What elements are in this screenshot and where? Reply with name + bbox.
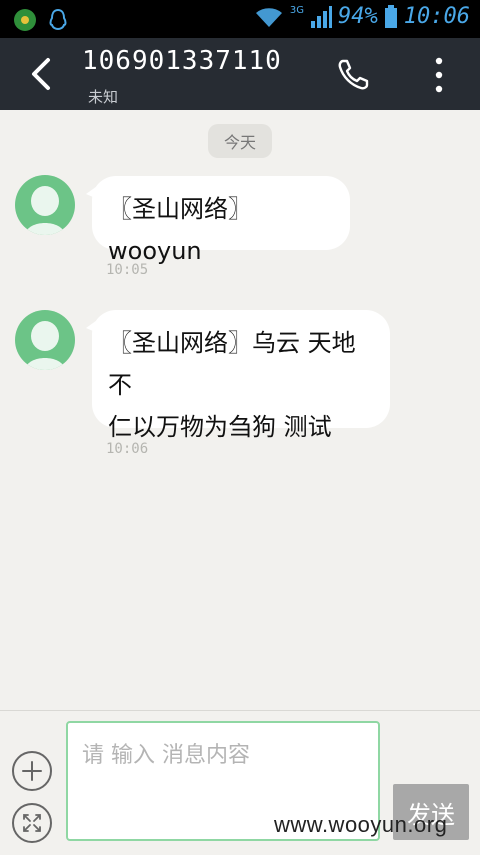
message-text-line: 〖圣山网络〗乌云 天地不 xyxy=(108,329,356,399)
more-vertical-icon[interactable] xyxy=(432,56,446,94)
sender-avatar[interactable] xyxy=(15,310,75,370)
message-input-placeholder: 请 输入 消息内容 xyxy=(82,743,250,768)
person-avatar-icon xyxy=(25,186,65,235)
message-bubble[interactable]: 〖圣山网络〗wooyun xyxy=(86,176,350,265)
watermark: www.wooyun.org xyxy=(274,812,448,837)
qq-icon xyxy=(49,8,67,31)
contact-label: 未知 xyxy=(88,88,119,106)
sender-avatar[interactable] xyxy=(15,175,75,235)
status-bar: 3G 94% 10:06 xyxy=(0,0,480,38)
message-bubble[interactable]: 〖圣山网络〗乌云 天地不 仁以万物为刍狗 测试 xyxy=(86,310,390,441)
conversation-header: 106901337110 未知 xyxy=(0,38,480,110)
battery-percent: 94% xyxy=(338,4,378,29)
app-notification-icon xyxy=(14,9,36,31)
person-avatar-icon xyxy=(25,321,65,370)
add-attachment-button[interactable] xyxy=(12,751,52,791)
wifi-icon xyxy=(255,7,282,27)
back-chevron-icon[interactable] xyxy=(26,56,56,92)
battery-icon xyxy=(384,4,397,28)
date-separator: 今天 xyxy=(208,124,272,158)
message-timestamp: 10:05 xyxy=(106,262,149,278)
message-text: 〖圣山网络〗wooyun xyxy=(108,195,252,265)
contact-number: 106901337110 xyxy=(82,46,282,76)
network-type: 3G xyxy=(289,5,305,16)
plus-icon xyxy=(22,761,42,781)
expand-button[interactable] xyxy=(12,803,52,843)
message-list[interactable]: 今天 〖圣山网络〗wooyun 10:05 〖圣山网络〗乌云 天地不 仁以万物为… xyxy=(0,110,480,710)
signal-icon xyxy=(311,5,333,28)
phone-icon[interactable] xyxy=(336,58,370,92)
clock: 10:06 xyxy=(403,4,470,29)
message-timestamp: 10:06 xyxy=(106,441,149,457)
expand-icon xyxy=(23,814,41,832)
